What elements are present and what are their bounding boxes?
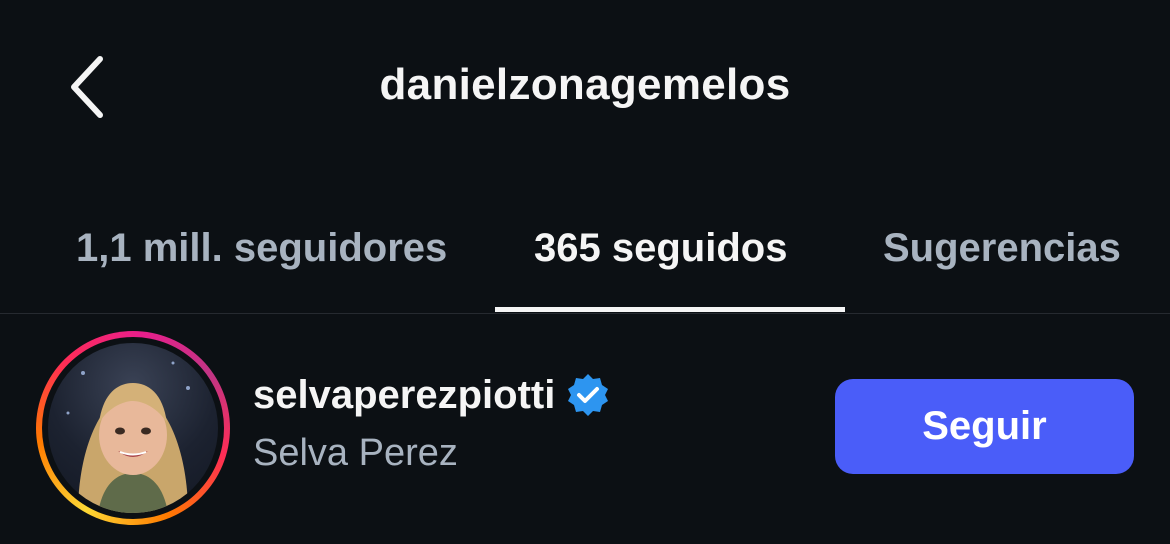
- page-title: danielzonagemelos: [379, 60, 791, 109]
- avatar-border: [42, 337, 224, 519]
- username: selvaperezpiotti: [253, 372, 556, 417]
- top-bar: danielzonagemelos: [0, 0, 1170, 180]
- tab-followers[interactable]: 1,1 mill. seguidores: [76, 226, 447, 271]
- tab-bar: 1,1 mill. seguidores 365 seguidos Sugere…: [0, 200, 1170, 314]
- person-portrait-icon: [66, 361, 190, 513]
- active-tab-indicator: [495, 307, 845, 312]
- follow-button[interactable]: Seguir: [835, 379, 1134, 474]
- tab-suggestions[interactable]: Sugerencias: [883, 226, 1121, 271]
- avatar-photo: [48, 343, 218, 513]
- avatar[interactable]: [36, 331, 230, 525]
- tab-divider: [0, 313, 1170, 314]
- full-name: Selva Perez: [253, 432, 458, 474]
- verified-badge-icon: [565, 372, 611, 418]
- tab-following[interactable]: 365 seguidos: [534, 226, 787, 271]
- username-link[interactable]: selvaperezpiotti: [253, 372, 611, 418]
